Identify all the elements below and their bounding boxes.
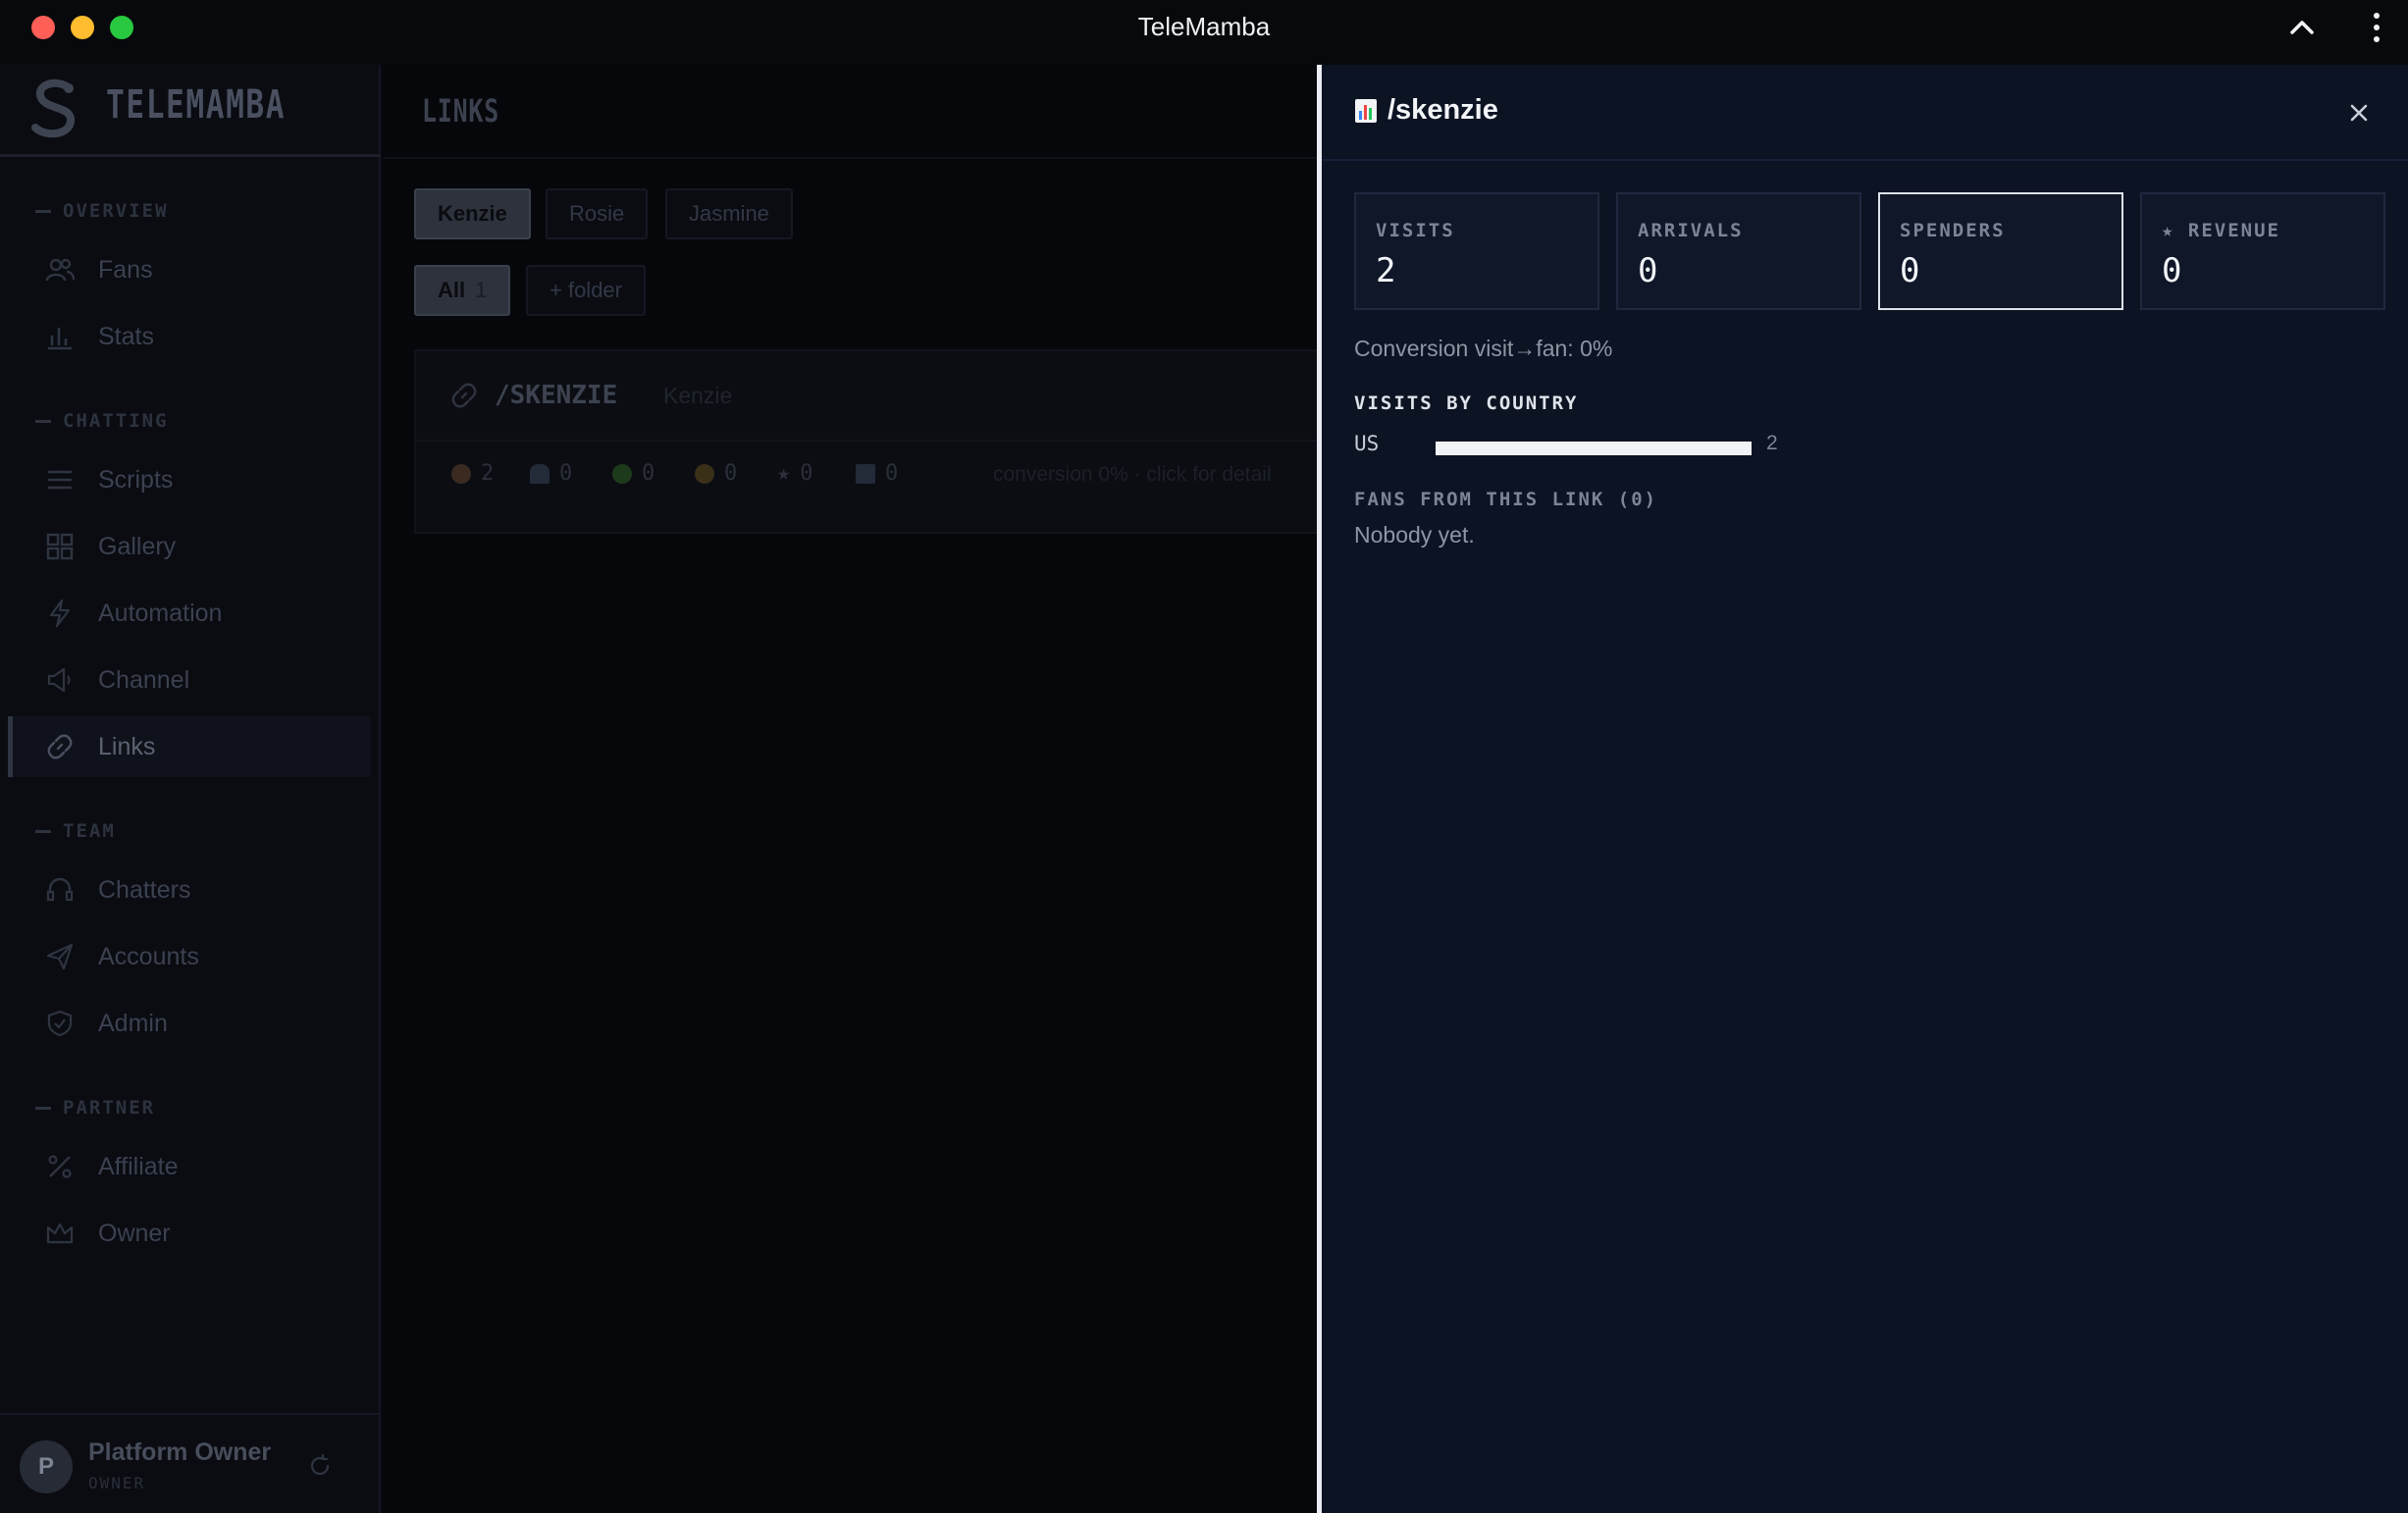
model-tab-jasmine[interactable]: Jasmine (665, 188, 793, 239)
sidebar-item-automation[interactable]: Automation (8, 583, 371, 644)
kpi-revenue[interactable]: ★ REVENUE 0 (2140, 192, 2385, 310)
megaphone-icon (47, 667, 71, 693)
link-name: /SKENZIE (495, 381, 618, 410)
country-code: US (1354, 432, 1380, 455)
link-icon (451, 383, 477, 408)
visits-by-country-heading: VISITS BY COUNTRY (1354, 392, 1579, 414)
country-bar (1436, 442, 1752, 455)
main-header: LINKS (383, 65, 1319, 159)
sidebar-item-affiliate[interactable]: Affiliate (8, 1136, 371, 1197)
shield-icon (47, 1010, 73, 1037)
eye-icon (451, 464, 471, 484)
page-title: LINKS (422, 92, 500, 130)
sidebar-item-fans[interactable]: Fans (8, 239, 371, 300)
model-tab-rosie[interactable]: Rosie (546, 188, 649, 239)
link-model: Kenzie (663, 383, 733, 408)
section-partner: PARTNER (35, 1097, 155, 1119)
bar-chart-icon (48, 328, 72, 350)
stat-spenders: 0 (695, 461, 737, 486)
sidebar-item-admin[interactable]: Admin (8, 993, 371, 1054)
kpi-arrivals[interactable]: ARRIVALS 0 (1616, 192, 1861, 310)
section-overview: OVERVIEW (35, 200, 169, 222)
stat-revenue: ★ 0 (777, 461, 813, 486)
section-team: TEAM (35, 820, 116, 842)
sidebar-item-gallery[interactable]: Gallery (8, 516, 371, 577)
fans-heading: FANS FROM THIS LINK (0) (1354, 489, 1658, 510)
bolt-icon (49, 599, 71, 628)
sidebar-item-stats[interactable]: Stats (8, 306, 371, 367)
panel-header: /skenzie (1322, 65, 2408, 161)
avatar: P (20, 1440, 73, 1493)
close-icon[interactable] (2344, 98, 2374, 128)
percent-icon (48, 1155, 72, 1178)
user-name: Platform Owner (88, 1438, 272, 1466)
stat-flags: 0 (856, 461, 898, 486)
chevron-up-icon[interactable] (2286, 12, 2318, 43)
kpi-spenders[interactable]: SPENDERS 0 (1878, 192, 2123, 310)
link-detail-panel: /skenzie VISITS 2 ARRIVALS 0 SPENDERS 0 … (1322, 65, 2408, 1513)
section-chatting: CHATTING (35, 410, 169, 432)
green-dot-icon (612, 464, 632, 484)
refresh-icon[interactable] (308, 1454, 332, 1478)
paper-plane-icon (46, 943, 74, 970)
user-role: OWNER (88, 1474, 146, 1492)
snake-logo-icon (31, 78, 75, 138)
conversion-text: conversion 0% · click for detail (993, 463, 1272, 486)
country-bar-track (1436, 442, 1752, 455)
user-profile[interactable]: P Platform Owner OWNER (0, 1413, 381, 1513)
sidebar-item-accounts[interactable]: Accounts (8, 926, 371, 987)
sidebar-item-channel[interactable]: Channel (8, 650, 371, 710)
flag-icon (856, 464, 875, 484)
chart-emoji-icon (1355, 98, 1377, 123)
folder-all[interactable]: All 1 (414, 265, 511, 316)
window-title: TeleMamba (1137, 12, 1271, 41)
kpi-visits[interactable]: VISITS 2 (1354, 192, 1599, 310)
grid-icon (46, 533, 74, 560)
crown-icon (46, 1223, 74, 1244)
star-icon: ★ (777, 461, 791, 486)
sidebar-item-chatters[interactable]: Chatters (8, 860, 371, 920)
sidebar-item-owner[interactable]: Owner (8, 1203, 371, 1264)
fans-empty-state: Nobody yet. (1354, 522, 1475, 548)
list-icon (48, 470, 72, 490)
more-vertical-icon[interactable] (2365, 10, 2388, 45)
main-content: LINKS Kenzie Rosie Jasmine All 1 + folder… (383, 65, 1329, 1513)
panel-title: /skenzie (1354, 94, 1498, 127)
country-row: US 2 (1354, 428, 1845, 463)
link-card[interactable]: /SKENZIE Kenzie 2 0 0 0 ★ 0 0 conversion … (414, 349, 1329, 534)
country-visits: 2 (1766, 432, 1778, 454)
model-tab-kenzie[interactable]: Kenzie (414, 188, 531, 239)
brand: TELEMAMBA (0, 65, 381, 157)
link-stats: 2 0 0 0 ★ 0 0 conversion 0% · click for d… (416, 461, 1329, 500)
conversion-rate: Conversion visit→fan: 0% (1354, 336, 1613, 361)
stat-active: 0 (612, 461, 654, 486)
users-icon (45, 258, 75, 282)
money-bag-icon (695, 464, 714, 484)
person-icon (530, 464, 550, 484)
window-titlebar: TeleMamba (0, 0, 2408, 65)
link-icon (47, 734, 73, 759)
brand-name: TELEMAMBA (106, 82, 287, 128)
stat-arrivals: 0 (530, 461, 572, 486)
sidebar: TELEMAMBA OVERVIEW Fans Stats CHATTING S… (0, 65, 381, 1513)
add-folder-button[interactable]: + folder (526, 265, 646, 316)
link-card-header: /SKENZIE Kenzie (416, 351, 1329, 442)
sidebar-item-scripts[interactable]: Scripts (8, 449, 371, 510)
headset-icon (46, 877, 74, 902)
stat-visits: 2 (451, 461, 494, 486)
sidebar-item-links[interactable]: Links (8, 716, 371, 777)
